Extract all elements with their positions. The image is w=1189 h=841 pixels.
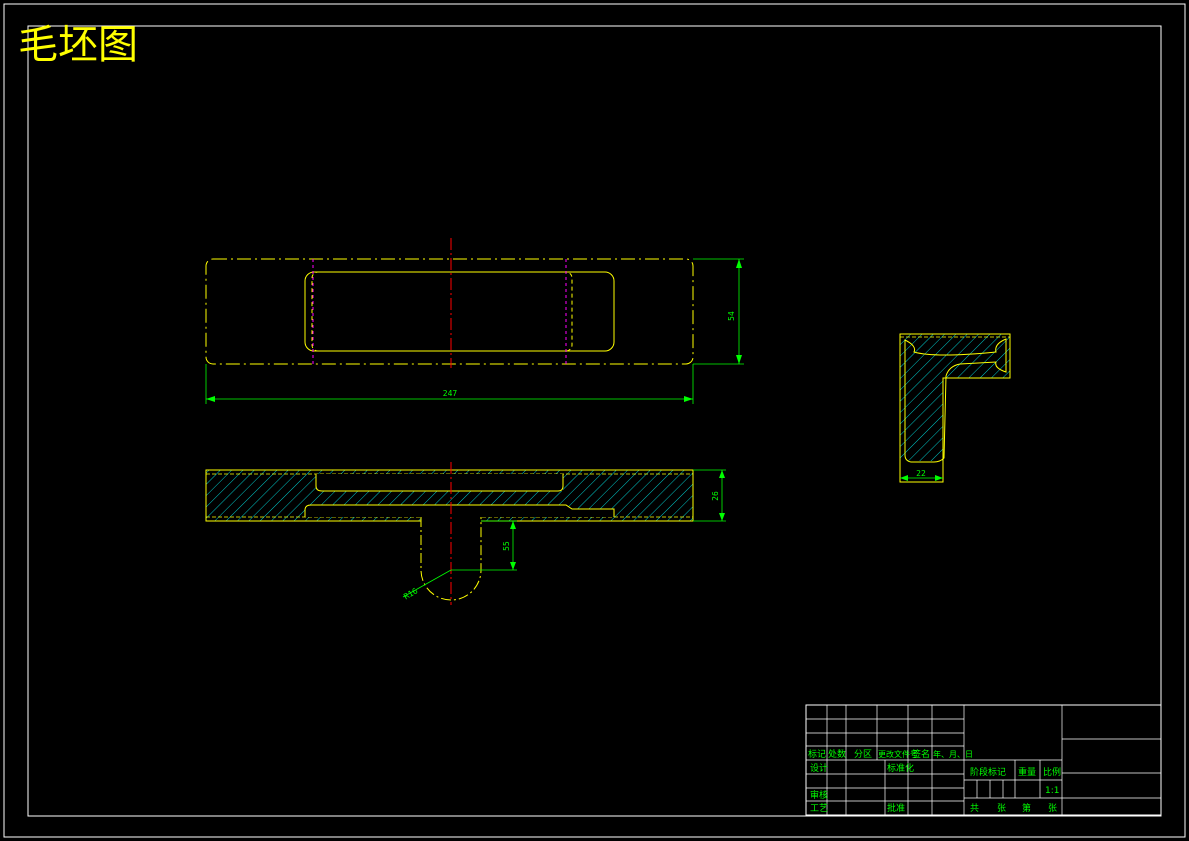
drawing-title: 毛坯图 [18,22,138,68]
tb-mark: 标记 [808,748,826,760]
arrow [736,355,742,364]
dim-radius-label: R16 [402,586,419,601]
tb-sheet-no: 第 [1022,802,1031,814]
tb-scale-label: 比例 [1043,766,1061,778]
inner-border [27,25,1162,817]
arrow [684,396,693,402]
dim-length-label: 247 [443,389,458,398]
tb-process: 工艺 [810,803,828,814]
tb-zone: 分区 [854,749,872,760]
tb-review: 审核 [810,789,828,801]
drawing-canvas: 毛坯图 54 247 26 55 R16 22 标记 处数 分区 更改文件号 签… [3,3,1186,838]
arrow [206,396,215,402]
tb-standardize: 标准化 [887,762,914,774]
tb-weight: 重量 [1018,766,1036,778]
top-view-slot [304,271,615,352]
title-block: 标记 处数 分区 更改文件号 签名 年、月、日 设计 标准化 审核 工艺 批准 … [805,704,1162,816]
arrow [719,513,725,521]
tb-sheets-unit: 张 [997,803,1006,814]
tb-total-sheets: 共 [970,803,979,814]
top-view: 54 247 [205,238,744,404]
top-view-inner-slot [311,271,573,352]
tb-signature: 签名 [912,748,930,760]
arrow [510,521,516,529]
arrow [719,470,725,478]
tb-approve: 批准 [887,802,905,814]
dim-width-label: 54 [727,311,736,321]
tb-date: 年、月、日 [933,749,973,759]
arrow [935,475,943,481]
tb-count: 处数 [828,748,846,760]
arrow [900,475,908,481]
dim-boss-label: 55 [502,541,511,551]
side-section-view: 22 [899,333,1011,483]
dim-thickness-label: 26 [711,491,720,501]
top-view-outline [205,258,694,365]
outer-border [3,3,1186,838]
tb-sheet-unit: 张 [1048,803,1057,814]
arrow [510,562,516,570]
lower-pocket [304,504,615,517]
arrow [736,259,742,268]
tb-design: 设计 [810,762,828,774]
tb-stage-mark: 阶段标记 [970,766,1006,778]
front-section-view: 26 55 R16 [205,462,726,605]
tb-scale: 1:1 [1045,786,1059,796]
upper-pocket [315,474,564,492]
dim-side-label: 22 [916,469,926,478]
